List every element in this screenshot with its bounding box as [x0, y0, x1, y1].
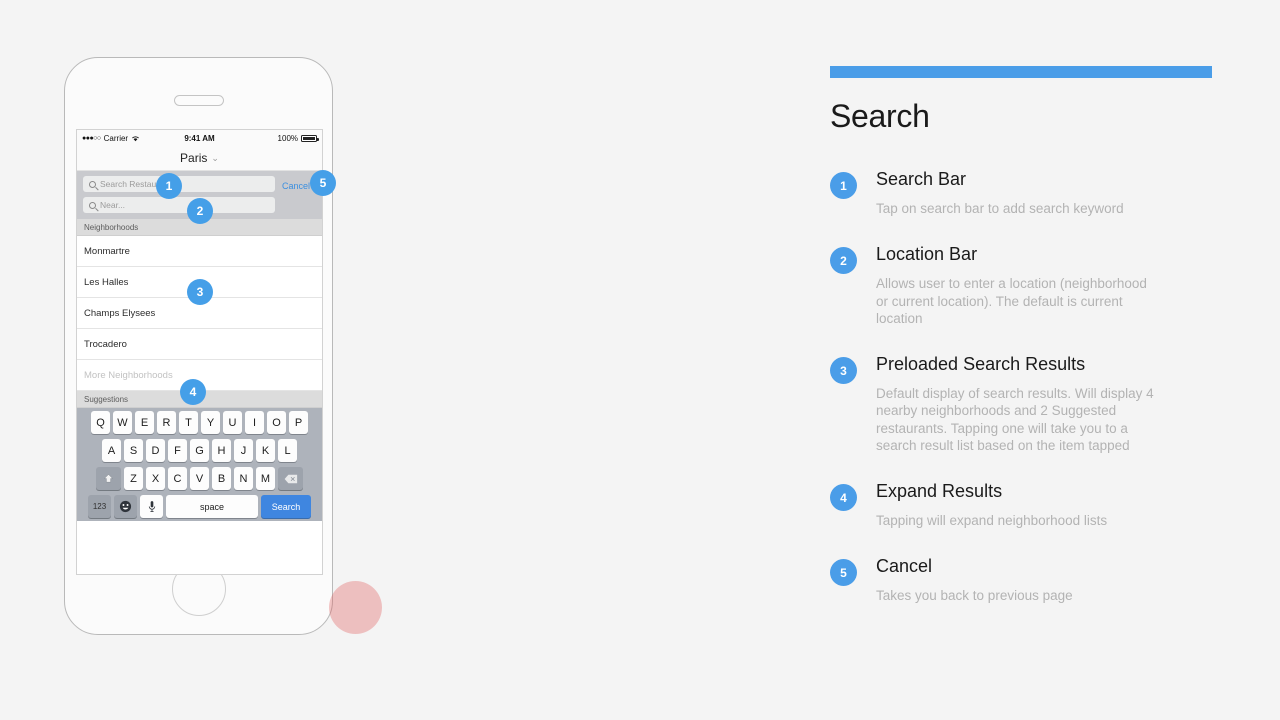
key-m[interactable]: M: [256, 467, 275, 490]
screenshot-canvas: ●●●○○ Carrier 9:41 AM 100% Paris ⌄ Searc…: [0, 0, 1280, 720]
keyboard-row-4: 123 space Search: [79, 495, 320, 518]
microphone-key[interactable]: [140, 495, 163, 518]
key-d[interactable]: D: [146, 439, 165, 462]
numeric-key[interactable]: 123: [88, 495, 111, 518]
key-g[interactable]: G: [190, 439, 209, 462]
key-z[interactable]: Z: [124, 467, 143, 490]
annotation-badge-1: 1: [830, 172, 857, 199]
status-time: 9:41 AM: [184, 133, 215, 143]
annotation-desc-1: Tap on search bar to add search keyword: [876, 201, 1124, 216]
key-l[interactable]: L: [278, 439, 297, 462]
key-p[interactable]: P: [289, 411, 308, 434]
key-c[interactable]: C: [168, 467, 187, 490]
annotation-title-5: Cancel: [876, 556, 933, 577]
annotation-desc-3: Default display of search results. Will …: [876, 386, 1154, 453]
annotation-desc-5: Takes you back to previous page: [876, 588, 1073, 604]
key-b[interactable]: B: [212, 467, 231, 490]
annotation-item-4: 4 Expand Results Tapping will expand nei…: [830, 478, 1230, 529]
callout-badge-1: 1: [156, 173, 182, 199]
key-q[interactable]: Q: [91, 411, 110, 434]
annotation-title-4: Expand Results: [876, 481, 1003, 502]
location-input-placeholder: Near...: [100, 200, 126, 210]
shift-arrow-icon: [103, 474, 114, 483]
key-v[interactable]: V: [190, 467, 209, 490]
key-i[interactable]: I: [245, 411, 264, 434]
key-w[interactable]: W: [113, 411, 132, 434]
chevron-down-icon: ⌄: [211, 152, 219, 163]
key-t[interactable]: T: [179, 411, 198, 434]
backspace-key[interactable]: [278, 467, 303, 490]
annotation-list: 1 Search Bar Tap on search bar to add se…: [830, 166, 1230, 605]
annotation-item-1: 1 Search Bar Tap on search bar to add se…: [830, 166, 1230, 217]
key-f[interactable]: F: [168, 439, 187, 462]
callout-badge-3: 3: [187, 279, 213, 305]
keyboard-row-2: A S D F G H J K L: [79, 439, 320, 462]
callout-badge-2: 2: [187, 198, 213, 224]
page-title: Search: [830, 98, 930, 134]
annotation-item-5: 5 Cancel Takes you back to previous page: [830, 553, 1230, 604]
carrier-label: Carrier: [103, 133, 129, 143]
phone-speaker: [173, 95, 224, 106]
phone-mockup: ●●●○○ Carrier 9:41 AM 100% Paris ⌄ Searc…: [64, 57, 382, 635]
key-u[interactable]: U: [223, 411, 242, 434]
on-screen-keyboard: Q W E R T Y U I O P A S D F G H J K L Z …: [77, 408, 322, 521]
keyboard-row-1: Q W E R T Y U I O P: [79, 411, 320, 434]
signal-dots-icon: ●●●○○: [82, 134, 101, 142]
cancel-button[interactable]: Cancel: [282, 181, 310, 191]
annotation-title-1: Search Bar: [876, 169, 967, 189]
status-bar: ●●●○○ Carrier 9:41 AM 100%: [77, 130, 322, 146]
callout-badge-4: 4: [180, 379, 206, 405]
key-h[interactable]: H: [212, 439, 231, 462]
key-x[interactable]: X: [146, 467, 165, 490]
phone-screen: ●●●○○ Carrier 9:41 AM 100% Paris ⌄ Searc…: [76, 129, 323, 575]
keyboard-row-3: Z X C V B N M: [79, 467, 320, 490]
key-j[interactable]: J: [234, 439, 253, 462]
annotation-item-3: 3 Preloaded Search Results Default displ…: [830, 351, 1230, 454]
key-a[interactable]: A: [102, 439, 121, 462]
key-k[interactable]: K: [256, 439, 275, 462]
annotation-desc-4: Tapping will expand neighborhood lists: [876, 513, 1108, 529]
key-y[interactable]: Y: [201, 411, 220, 434]
search-key[interactable]: Search: [261, 495, 311, 518]
annotation-badge-4: 4: [830, 484, 857, 512]
annotation-badge-5: 5: [830, 559, 857, 587]
key-r[interactable]: R: [157, 411, 176, 434]
backspace-icon: [284, 474, 297, 483]
wifi-icon: [132, 135, 139, 141]
search-icon: [89, 201, 96, 209]
search-icon: [89, 180, 96, 188]
annotation-desc-2: Allows user to enter a location (neighbo…: [876, 276, 1147, 326]
key-o[interactable]: O: [267, 411, 286, 434]
callout-badge-5: 5: [310, 170, 336, 196]
shift-key[interactable]: [96, 467, 121, 490]
battery-icon: [301, 134, 320, 142]
annotation-badge-2: 2: [830, 247, 857, 275]
list-item[interactable]: Monmartre: [77, 236, 322, 267]
annotation-item-2: 2 Location Bar Allows user to enter a lo…: [830, 241, 1230, 327]
city-title: Paris: [180, 151, 208, 165]
accent-bar: [830, 66, 1212, 78]
location-input[interactable]: Near...: [83, 197, 275, 213]
annotation-panel: Search 1 Search Bar Tap on search bar to…: [830, 66, 1230, 629]
annotation-title-2: Location Bar: [876, 244, 978, 265]
microphone-icon: [148, 501, 155, 513]
key-s[interactable]: S: [124, 439, 143, 462]
space-key[interactable]: space: [166, 495, 258, 518]
nav-bar[interactable]: Paris ⌄: [77, 146, 322, 171]
emoji-key[interactable]: [114, 495, 137, 518]
annotation-badge-3: 3: [830, 357, 857, 385]
emoji-icon: [119, 500, 132, 513]
key-e[interactable]: E: [135, 411, 154, 434]
annotation-title-3: Preloaded Search Results: [876, 354, 1086, 375]
battery-percent-label: 100%: [277, 133, 299, 143]
key-n[interactable]: N: [234, 467, 253, 490]
list-item[interactable]: Trocadero: [77, 329, 322, 360]
tap-indicator: [329, 581, 382, 634]
